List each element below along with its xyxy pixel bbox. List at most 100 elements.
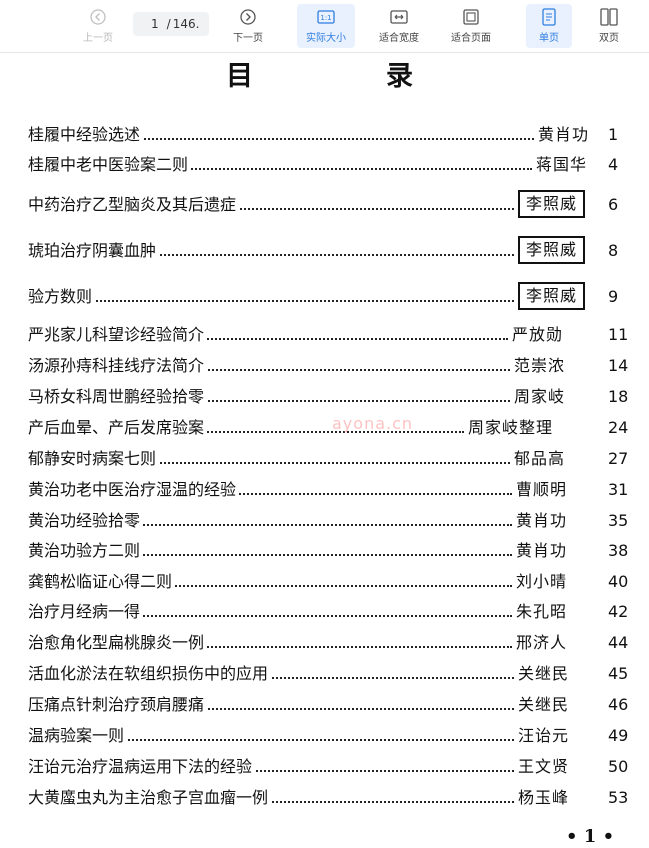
toc-entry: 治愈角化型扁桃腺炎一例 邢济人 44: [0, 630, 649, 656]
toc-entry-page: 40: [608, 572, 629, 591]
fit-width-button[interactable]: 适合宽度: [370, 4, 428, 48]
toc-entry-title: 活血化淤法在软组织损伤中的应用: [28, 661, 271, 687]
toc-entry-page: 35: [608, 511, 629, 530]
toc-entry-author: 黄肖功: [516, 538, 568, 564]
toc-entry: 汪诒元治疗温病运用下法的经验 王文贤 50: [0, 754, 649, 780]
toc-entry-author: 王文贤: [518, 754, 570, 780]
toc-entry-author: 关继民: [518, 692, 570, 718]
toc-entry-title: 压痛点针刺治疗颈肩腰痛: [28, 692, 207, 718]
toc-entry-page: 50: [608, 757, 629, 776]
toc-entry-title: 黄治功验方二则: [28, 538, 143, 564]
current-page-input[interactable]: 1: [151, 17, 159, 31]
page-number-field[interactable]: 1 / 146.: [133, 12, 209, 36]
toc-entry: 温病验案一则 汪诒元 49: [0, 723, 649, 749]
fit-page-label: 适合页面: [451, 33, 491, 44]
fit-page-icon: [462, 8, 480, 26]
toc-title: 目 录: [0, 54, 649, 92]
toc-entry-author: 李照威: [518, 236, 586, 264]
fit-page-button[interactable]: 适合页面: [442, 4, 500, 48]
toc-entry: 汤源孙痔科挂线疗法简介 范崇浓 14: [0, 353, 649, 379]
toc-entry: 郁静安时病案七则 郁品高 27: [0, 446, 649, 472]
toc-entry-title: 产后血晕、产后发席验案: [28, 415, 207, 441]
toc-entry-page: 44: [608, 633, 629, 652]
toc-entry-author: 严放勋: [512, 322, 564, 348]
toc-entry-title: 黄治功经验拾零: [28, 508, 143, 534]
toc-entry-page: 45: [608, 664, 629, 683]
toc-entry: 验方数则 李照威 9: [0, 282, 649, 310]
toc-entry-author: 蒋国华: [536, 152, 588, 178]
fit-width-icon: [390, 8, 408, 26]
toc-entry-title: 龚鹤松临证心得二则: [28, 569, 175, 595]
toc-entry-title: 治疗月经病一得: [28, 599, 143, 625]
toc-entry-page: 11: [608, 325, 629, 344]
toc-entry-title: 严兆家儿科望诊经验简介: [28, 322, 207, 348]
toc-title-left: 目: [226, 61, 253, 92]
toc-entry-author: 邢济人: [516, 630, 568, 656]
chevron-right-icon: [239, 8, 257, 26]
toc-entry: 严兆家儿科望诊经验简介 严放勋 11: [0, 322, 649, 348]
toc-entry-author: 曹顺明: [516, 477, 568, 503]
toc-entry-title: 琥珀治疗阴囊血肿: [28, 238, 159, 264]
svg-text:1:1: 1:1: [320, 14, 331, 22]
toc-entry-author: 范崇浓: [514, 353, 566, 379]
toc-entry: 黄治功验方二则 黄肖功 38: [0, 538, 649, 564]
toc-entry-title: 黄治功老中医治疗湿温的经验: [28, 477, 239, 503]
toc-entry-page: 46: [608, 695, 629, 714]
single-page-icon: [540, 8, 558, 26]
toc-entry: 黄治功老中医治疗湿温的经验 曹顺明 31: [0, 477, 649, 503]
toc-entry-title: 桂履中老中医验案二则: [28, 152, 191, 178]
total-pages: 146.: [172, 17, 200, 31]
toc-entry-author: 周家岐整理: [468, 415, 554, 441]
toc-entry-author: 周家岐: [514, 384, 566, 410]
prev-page-label: 上一页: [83, 33, 113, 44]
next-page-button[interactable]: 下一页: [226, 4, 270, 48]
toc-entry-author: 汪诒元: [518, 723, 570, 749]
toc-entry-author: 李照威: [518, 190, 586, 218]
toc-entry: 压痛点针刺治疗颈肩腰痛 关继民 46: [0, 692, 649, 718]
toc-entry: 桂履中经验选述 黄肖功 1: [0, 122, 649, 148]
actual-size-label: 实际大小: [306, 33, 346, 44]
toc-entry-page: 53: [608, 788, 629, 807]
toc-entry: 龚鹤松临证心得二则 刘小晴 40: [0, 569, 649, 595]
toc-entry-page: 9: [608, 287, 619, 306]
toc-entry-page: 8: [608, 241, 619, 260]
toc-entry-author: 郁品高: [514, 446, 566, 472]
toc-entry-author: 刘小晴: [516, 569, 568, 595]
prev-page-button[interactable]: 上一页: [78, 4, 118, 48]
toc-entry: 治疗月经病一得 朱孔昭 42: [0, 599, 649, 625]
toc-entry-title: 治愈角化型扁桃腺炎一例: [28, 630, 207, 656]
toc-entry-author: 杨玉峰: [518, 785, 570, 811]
toc-entry-author: 黄肖功: [538, 122, 590, 148]
toc-entry-page: 24: [608, 418, 629, 437]
toc-entry-page: 18: [608, 387, 629, 406]
actual-size-button[interactable]: 1:1 实际大小: [297, 4, 355, 48]
toc-entry-page: 14: [608, 356, 629, 375]
toc-entry-page: 6: [608, 195, 619, 214]
toc-entry-title: 郁静安时病案七则: [28, 446, 159, 472]
toc-entry: 黄治功经验拾零 黄肖功 35: [0, 508, 649, 534]
single-page-label: 单页: [539, 33, 559, 44]
toc-entry-title: 中药治疗乙型脑炎及其后遗症: [28, 192, 239, 218]
footer-page-number: • 1 •: [566, 826, 615, 847]
toc-entry: 产后血晕、产后发席验案 周家岐整理 24: [0, 415, 649, 441]
toc-entry: 琥珀治疗阴囊血肿 李照威 8: [0, 236, 649, 264]
toc-entry-title: 验方数则: [28, 284, 95, 310]
toc-entry-page: 38: [608, 541, 629, 560]
fit-width-label: 适合宽度: [379, 33, 419, 44]
page-separator: /: [166, 17, 171, 31]
single-page-button[interactable]: 单页: [526, 4, 572, 48]
double-page-icon: [600, 8, 618, 26]
toc-entry-author: 李照威: [518, 282, 586, 310]
toc-entry-page: 49: [608, 726, 629, 745]
toc-entry: 中药治疗乙型脑炎及其后遗症 李照威 6: [0, 190, 649, 218]
watermark-text: ayona.cn: [332, 414, 414, 433]
toc-entry-title: 温病验案一则: [28, 723, 127, 749]
actual-size-icon: 1:1: [317, 8, 335, 26]
double-page-label: 双页: [599, 33, 619, 44]
toc-entry-author: 黄肖功: [516, 508, 568, 534]
toc-entry-page: 42: [608, 602, 629, 621]
toc-entry-title: 大黄䗪虫丸为主治愈子宫血瘤一例: [28, 785, 271, 811]
double-page-button[interactable]: 双页: [588, 4, 630, 48]
toc-entry-title: 桂履中经验选述: [28, 122, 143, 148]
toc-entry-author: 关继民: [518, 661, 570, 687]
